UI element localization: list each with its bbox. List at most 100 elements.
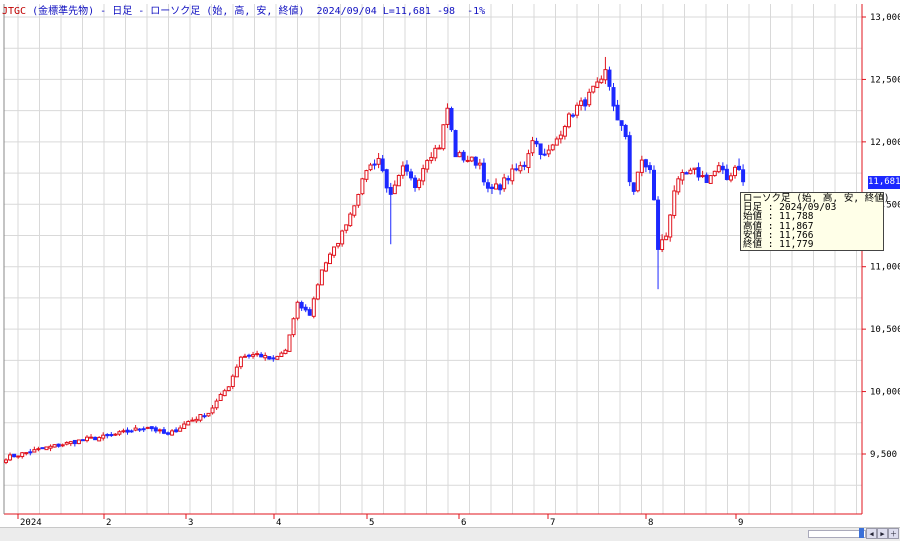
candle-body — [267, 356, 272, 360]
candle-body — [251, 354, 256, 357]
candle-body — [247, 354, 251, 357]
candle-body — [469, 156, 474, 162]
candle-body — [222, 390, 227, 397]
zoom-in-button[interactable]: ＋ — [888, 528, 899, 539]
candle-body — [583, 99, 588, 107]
candle-body — [238, 356, 243, 368]
candle-body — [510, 168, 515, 182]
candle-body — [538, 143, 543, 156]
candle-body — [684, 172, 689, 175]
candle-body — [603, 69, 608, 81]
candle-body — [647, 165, 652, 171]
candle-body — [149, 426, 154, 430]
candle-body — [279, 352, 284, 358]
candle-body — [534, 140, 539, 145]
candle-body — [64, 441, 69, 445]
candle-body — [522, 164, 527, 167]
candle-body — [627, 135, 632, 183]
candle-body — [4, 459, 8, 463]
candle-body — [449, 108, 454, 131]
candle-body — [400, 165, 405, 176]
candle-body — [696, 167, 701, 178]
candle-body — [234, 366, 239, 378]
candle-body — [85, 436, 89, 442]
candle-body — [481, 162, 486, 183]
candle-body — [113, 433, 118, 436]
candle-body — [328, 253, 332, 265]
candle-body — [425, 160, 430, 170]
candle-body — [141, 428, 146, 431]
candle-body — [125, 429, 130, 433]
candle-body — [404, 164, 409, 172]
candle-body — [218, 393, 223, 402]
candle-body — [68, 441, 73, 445]
candle-body — [166, 432, 170, 435]
candle-body — [206, 412, 211, 417]
candle-body — [668, 214, 673, 238]
candle-body — [591, 85, 596, 93]
candle-body — [607, 69, 612, 87]
candle-body — [133, 427, 138, 431]
candle-body — [32, 449, 37, 453]
candle-body — [490, 186, 494, 190]
ohlc-tooltip: ローソク足 (始, 高, 安, 終値) 日足 : 2024/09/03 始値 :… — [740, 192, 889, 252]
candle-body — [720, 165, 725, 171]
candle-body — [587, 91, 592, 106]
candle-body — [656, 199, 661, 250]
candle-body — [562, 126, 567, 137]
candle-body — [473, 156, 478, 166]
candle-body — [453, 130, 458, 158]
candle-body — [56, 443, 61, 447]
candle-body — [498, 184, 503, 191]
y-tick-label: 11,000 — [870, 263, 900, 273]
scroll-left-button[interactable]: ◀ — [866, 528, 877, 539]
header-change: -98 — [436, 6, 456, 17]
candle-body — [724, 168, 729, 180]
candle-body — [494, 183, 499, 190]
candle-body — [716, 165, 721, 173]
candle-body — [506, 178, 511, 181]
candle-body — [465, 159, 470, 162]
candle-body — [737, 165, 742, 170]
candle-body — [558, 134, 563, 140]
candle-body — [299, 302, 304, 309]
candle-body — [242, 355, 247, 358]
y-tick-label: 12,500 — [870, 75, 900, 85]
candle-body — [595, 81, 600, 88]
candle-body — [121, 430, 126, 433]
candle-body — [704, 174, 709, 184]
candle-body — [153, 427, 158, 432]
candle-body — [388, 186, 393, 195]
candle-body — [741, 169, 746, 183]
candle-body — [137, 428, 142, 431]
candle-body — [635, 171, 640, 192]
candle-body — [157, 429, 162, 432]
candle-body — [441, 124, 446, 150]
candle-body — [676, 178, 681, 193]
candle-body — [437, 147, 442, 150]
candle-body — [639, 159, 644, 173]
candle-body — [226, 386, 231, 392]
y-tick-label: 9,500 — [870, 450, 897, 460]
symbol-label: JTGC — [2, 6, 27, 17]
candle-body — [24, 452, 29, 455]
chart-header: JTGC (金標準先物) - 日足 - ローソク足 (始, 高, 安, 終値) … — [2, 2, 485, 17]
horizontal-scrollbar[interactable] — [808, 530, 866, 538]
candle-body — [8, 454, 13, 461]
candle-body — [712, 170, 717, 177]
scrollbar-thumb[interactable] — [859, 528, 864, 538]
candle-body — [579, 100, 584, 106]
candle-body — [89, 436, 94, 439]
candle-body — [546, 149, 551, 155]
scroll-right-button[interactable]: ▶ — [877, 528, 888, 539]
candle-body — [733, 166, 737, 177]
candle-body — [101, 434, 106, 439]
candle-body — [599, 78, 604, 84]
candle-body — [93, 436, 98, 441]
candle-body — [680, 171, 685, 181]
candle-body — [109, 434, 114, 437]
candle-body — [307, 309, 312, 316]
y-tick-label: 10,000 — [870, 388, 900, 398]
candle-body — [672, 190, 677, 216]
candle-body — [356, 193, 361, 206]
